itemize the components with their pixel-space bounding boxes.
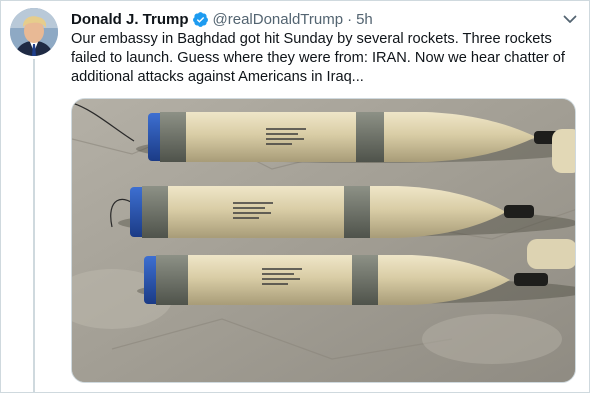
verified-badge-icon xyxy=(192,11,208,27)
avatar[interactable] xyxy=(10,8,58,56)
avatar-image xyxy=(10,8,58,56)
thread-line xyxy=(33,59,35,393)
timestamp[interactable]: 5h xyxy=(356,11,373,28)
rockets-photo xyxy=(72,99,575,382)
tweet-header: Donald J. Trump @realDonaldTrump · 5h xyxy=(71,9,373,29)
tweet-photo[interactable] xyxy=(71,98,576,383)
author-handle[interactable]: @realDonaldTrump xyxy=(213,11,344,28)
tweet-text: Our embassy in Baghdad got hit Sunday by… xyxy=(71,31,565,85)
author-name[interactable]: Donald J. Trump xyxy=(71,11,189,28)
chevron-down-icon[interactable] xyxy=(561,10,579,28)
tweet-card[interactable]: Donald J. Trump @realDonaldTrump · 5h Ou… xyxy=(0,0,590,393)
separator-dot: · xyxy=(347,10,353,28)
